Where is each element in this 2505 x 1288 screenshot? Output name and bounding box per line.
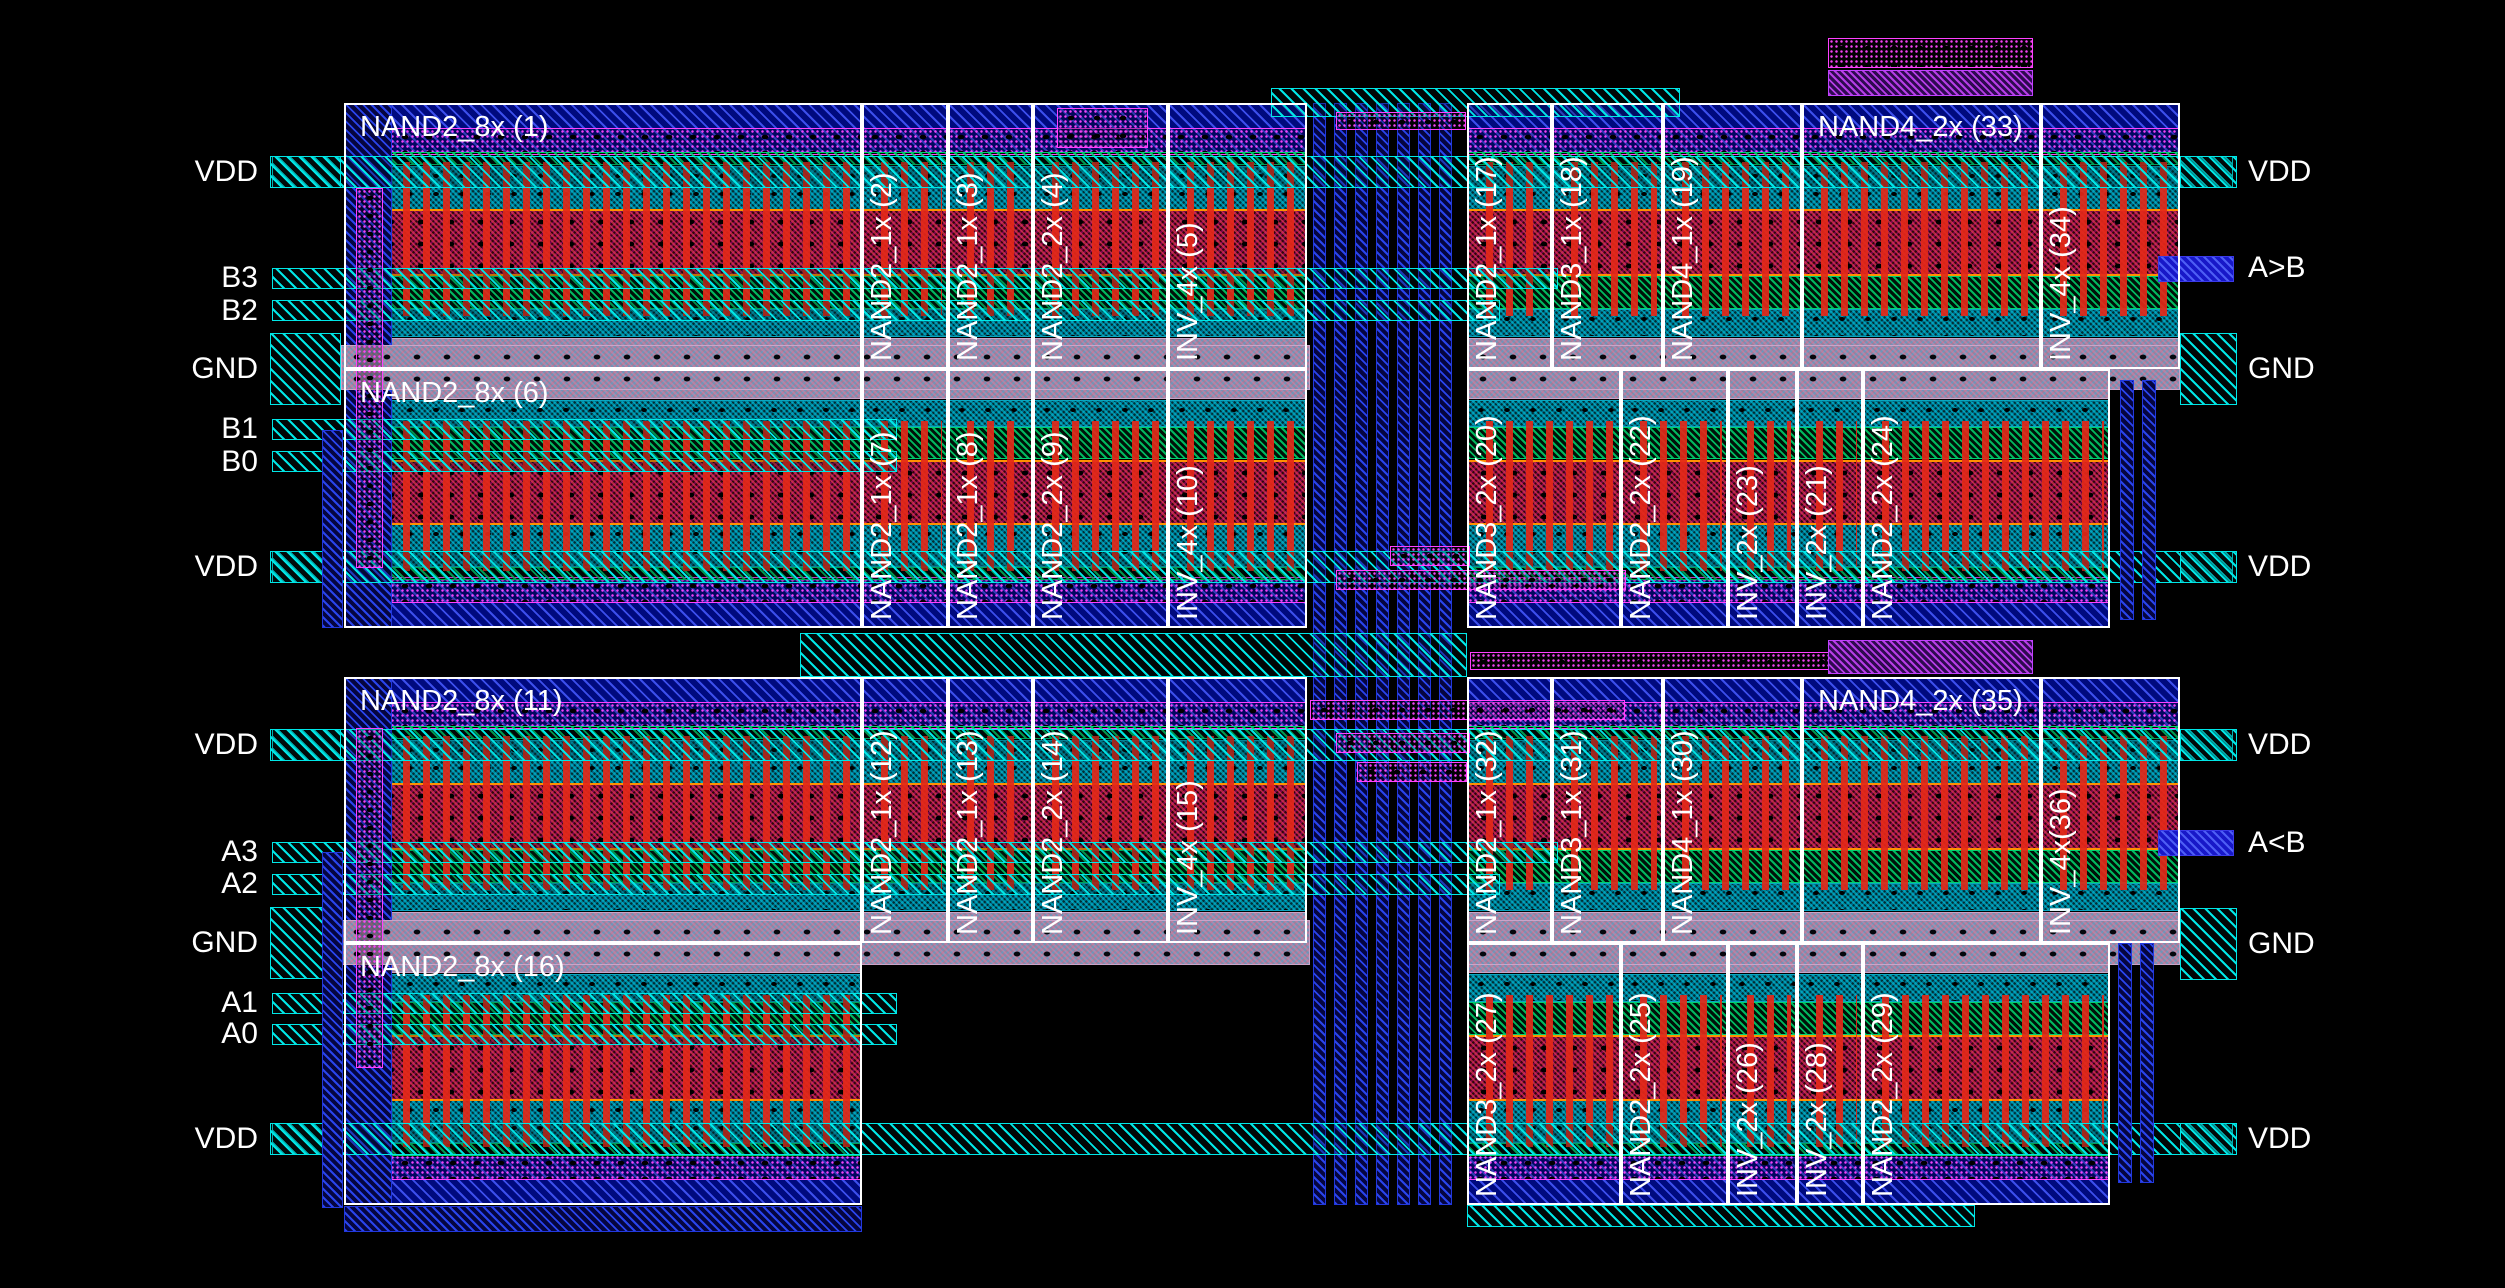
cell-label: NAND2_1x (12) — [865, 685, 899, 943]
pin-label-vdd: VDD — [2248, 153, 2408, 191]
routing-shape — [800, 633, 1467, 677]
cell-label: NAND2_2x (22) — [1624, 377, 1658, 628]
pin-label-gnd: GND — [118, 350, 258, 388]
pin-stub-gnd — [2180, 333, 2237, 405]
pin-label-a2: A2 — [118, 865, 258, 903]
pin-label-vdd: VDD — [2248, 726, 2408, 764]
cell-label: NAND2_1x (17) — [1470, 111, 1504, 369]
pin-label-a-b: A>B — [2248, 249, 2408, 287]
cell-label: NAND2_8x (6) — [360, 377, 858, 415]
pin-label-vdd: VDD — [118, 153, 258, 191]
cell-label: NAND2_1x (3) — [951, 111, 985, 369]
pin-label-vdd: VDD — [118, 1120, 258, 1158]
pin-label-b2: B2 — [118, 292, 258, 330]
routing-shape — [1467, 1205, 1975, 1227]
pin-stub-vdd — [2180, 729, 2237, 761]
cell-label: NAND3_2x (27) — [1470, 951, 1504, 1205]
cell-label: NAND4_1x (19) — [1666, 111, 1700, 369]
cell-label: NAND2_2x (29) — [1866, 951, 1900, 1205]
cell-label: NAND2_2x (9) — [1036, 377, 1070, 628]
pin-stub-vdd — [2180, 1123, 2237, 1155]
pin-label-a-b: A<B — [2248, 824, 2408, 862]
routing-shape — [2142, 380, 2156, 620]
cell-label: NAND4_2x (33) — [1818, 111, 2037, 149]
cell-label: NAND3_1x (18) — [1555, 111, 1589, 369]
cell-nand2-2x-29[interactable] — [1863, 943, 2110, 1205]
routing-shape — [2140, 943, 2154, 1183]
cell-label: NAND2_1x (13) — [951, 685, 985, 943]
routing-shape — [322, 852, 343, 1208]
cell-label: NAND4_1x (30) — [1666, 685, 1700, 943]
cell-label: INV_4x (10) — [1171, 377, 1205, 628]
cell-label: INV_2x (23) — [1731, 377, 1765, 628]
cell-label: INV_4x (5) — [1171, 111, 1205, 369]
pin-stub-vdd — [270, 156, 341, 188]
cell-label: NAND2_8x (11) — [360, 685, 858, 723]
pin-stub-gnd — [2180, 908, 2237, 980]
cell-label: INV_4x (34) — [2044, 111, 2078, 369]
cell-label: INV_4x(36) — [2044, 685, 2078, 943]
cell-label: INV_2x (28) — [1800, 951, 1834, 1205]
routing-shape — [1828, 640, 2033, 674]
routing-shape — [2120, 380, 2134, 620]
pin-label-a0: A0 — [118, 1015, 258, 1053]
pin-label-b0: B0 — [118, 443, 258, 481]
routing-shape — [2118, 943, 2132, 1183]
routing-shape — [344, 1206, 862, 1232]
pin-label-vdd: VDD — [118, 548, 258, 586]
pin-label-gnd: GND — [2248, 350, 2408, 388]
pin-stub-vdd — [270, 729, 341, 761]
pin-label-gnd: GND — [118, 924, 258, 962]
routing-shape — [1470, 652, 1830, 670]
routing-shape — [1828, 70, 2033, 96]
pin-stub-vdd — [2180, 551, 2237, 583]
routing-shape — [1390, 546, 1470, 566]
cell-label: NAND2_2x (25) — [1624, 951, 1658, 1205]
pin-label-vdd: VDD — [2248, 1120, 2408, 1158]
cell-label: NAND2_1x (2) — [865, 111, 899, 369]
layout-canvas: NAND2_8x (1)NAND2_1x (2) NAND2_1x (3) NAND… — [0, 0, 2505, 1288]
cell-nand2-2x-24[interactable] — [1863, 369, 2110, 628]
cell-label: NAND2_1x (32) — [1470, 685, 1504, 943]
pin-label-vdd: VDD — [118, 726, 258, 764]
cell-label: NAND2_2x (4) — [1036, 111, 1070, 369]
pin-stub-gnd — [270, 333, 341, 405]
routing-shape — [1828, 38, 2033, 68]
pin-stub-vdd — [2180, 156, 2237, 188]
routing-shape — [1336, 112, 1466, 130]
cell-label: INV_2x (26) — [1731, 951, 1765, 1205]
cell-label: NAND2_8x (1) — [360, 111, 858, 149]
cell-label: NAND2_8x (16) — [360, 951, 858, 989]
routing-shape — [322, 430, 343, 628]
cell-label: NAND3_2x (20) — [1470, 377, 1504, 628]
cell-label: NAND2_1x (7) — [865, 377, 899, 628]
routing-shape — [1336, 733, 1470, 753]
pin-label-vdd: VDD — [2248, 548, 2408, 586]
cell-label: NAND2_2x (24) — [1866, 377, 1900, 628]
routing-shape — [1357, 762, 1467, 782]
cell-label: NAND3_1x (31) — [1555, 685, 1589, 943]
cell-label: INV_2x (21) — [1800, 377, 1834, 628]
cell-label: NAND4_2x (35) — [1818, 685, 2037, 723]
cell-label: NAND2_2x (14) — [1036, 685, 1070, 943]
cell-label: INV_4x (15) — [1171, 685, 1205, 943]
cell-label: NAND2_1x (8) — [951, 377, 985, 628]
pin-label-gnd: GND — [2248, 925, 2408, 963]
